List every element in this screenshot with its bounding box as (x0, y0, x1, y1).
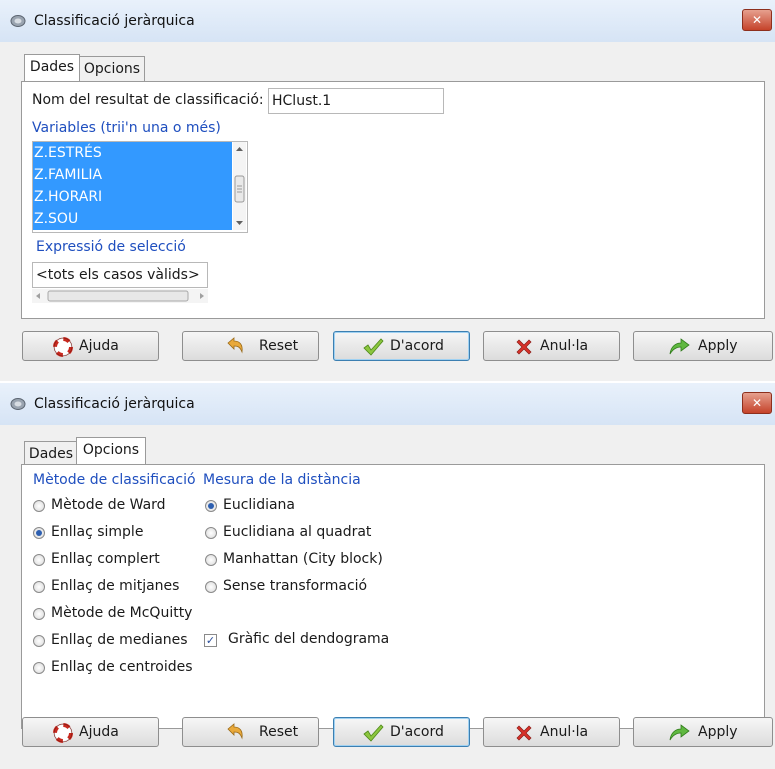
radio-label: Sense transformació (223, 578, 368, 594)
radio-label: Euclidiana (223, 497, 296, 513)
red-x-icon (516, 725, 532, 741)
lifebuoy-icon (53, 723, 73, 743)
ok-button[interactable]: D'acord (333, 717, 470, 747)
radio-label: Enllaç simple (51, 524, 144, 540)
radio-method-simple[interactable] (33, 527, 45, 539)
method-header: Mètode de classificació (33, 472, 196, 488)
undo-arrow-icon (227, 723, 243, 740)
radio-method-average[interactable] (33, 581, 45, 593)
selection-input[interactable]: <tots els casos vàlids> (32, 262, 208, 288)
window-icon (10, 398, 26, 410)
checkmark-icon (363, 338, 384, 356)
radio-label: Manhattan (City block) (223, 551, 383, 567)
dendrogram-label: Gràfic del dendograma (228, 631, 390, 647)
help-button[interactable]: Ajuda (22, 331, 159, 361)
green-arrow-icon (669, 338, 690, 355)
dialog-window-dades: Classificació jeràrquica ✕ Dades Opcions… (0, 0, 775, 381)
variables-listbox[interactable]: Z.ESTRÉS Z.FAMILIA Z.HORARI Z.SOU (32, 141, 248, 233)
close-button[interactable]: ✕ (742, 9, 772, 31)
radio-distance-sq-euclidean[interactable] (205, 527, 217, 539)
apply-button[interactable]: Apply (633, 717, 773, 747)
distance-header: Mesura de la distància (203, 472, 361, 488)
undo-arrow-icon (227, 337, 243, 354)
radio-method-ward[interactable] (33, 500, 45, 512)
result-name-input[interactable]: HClust.1 (268, 88, 444, 114)
window-title: Classificació jeràrquica (34, 13, 195, 29)
apply-button[interactable]: Apply (633, 331, 773, 361)
help-button[interactable]: Ajuda (22, 717, 159, 747)
radio-method-median[interactable] (33, 635, 45, 647)
reset-button[interactable]: Reset (182, 717, 319, 747)
lifebuoy-icon (53, 337, 73, 357)
radio-distance-none[interactable] (205, 581, 217, 593)
variables-label: Variables (trii'n una o més) (32, 120, 221, 136)
radio-label: Mètode de Ward (51, 497, 166, 513)
dialog-body: Dades Opcions Nom del resultat de classi… (0, 42, 775, 381)
tab-opcions[interactable]: Opcions (76, 437, 146, 464)
radio-distance-euclidean[interactable] (205, 500, 217, 512)
dialog-window-opcions: Classificació jeràrquica ✕ Dades Opcions… (0, 383, 775, 769)
radio-method-mcquitty[interactable] (33, 608, 45, 620)
list-item[interactable]: Z.FAMILIA (33, 164, 232, 186)
red-x-icon (516, 339, 532, 355)
window-icon (10, 15, 26, 27)
tab-panel-opcions: Mètode de classificació Mesura de la dis… (21, 464, 765, 729)
selection-hscrollbar[interactable] (32, 289, 208, 303)
selection-label: Expressió de selecció (36, 239, 186, 255)
close-button[interactable]: ✕ (742, 392, 772, 414)
result-name-label: Nom del resultat de classificació: (32, 92, 264, 108)
variables-scrollbar[interactable] (233, 142, 246, 230)
tab-opcions[interactable]: Opcions (79, 56, 145, 81)
title-bar[interactable]: Classificació jeràrquica ✕ (0, 0, 775, 43)
radio-label: Mètode de McQuitty (51, 605, 193, 621)
tab-dades[interactable]: Dades (24, 441, 78, 466)
dendrogram-checkbox[interactable]: ✓ (204, 634, 217, 647)
window-title: Classificació jeràrquica (34, 396, 195, 412)
reset-button[interactable]: Reset (182, 331, 319, 361)
title-bar[interactable]: Classificació jeràrquica ✕ (0, 383, 775, 426)
radio-label: Euclidiana al quadrat (223, 524, 372, 540)
radio-distance-manhattan[interactable] (205, 554, 217, 566)
dialog-body: Dades Opcions Mètode de classificació Me… (0, 425, 775, 769)
radio-label: Enllaç de centroides (51, 659, 193, 675)
list-item[interactable]: Z.ESTRÉS (33, 142, 232, 164)
green-arrow-icon (669, 724, 690, 741)
tab-panel-dades: Nom del resultat de classificació: HClus… (21, 81, 765, 319)
tab-dades[interactable]: Dades (24, 54, 80, 81)
cancel-button[interactable]: Anul·la (483, 717, 620, 747)
radio-method-centroid[interactable] (33, 662, 45, 674)
list-item[interactable]: Z.SOU (33, 208, 232, 230)
radio-method-complete[interactable] (33, 554, 45, 566)
radio-label: Enllaç de mitjanes (51, 578, 180, 594)
cancel-button[interactable]: Anul·la (483, 331, 620, 361)
radio-label: Enllaç de medianes (51, 632, 188, 648)
ok-button[interactable]: D'acord (333, 331, 470, 361)
checkmark-icon (363, 724, 384, 742)
radio-label: Enllaç complert (51, 551, 160, 567)
list-item[interactable]: Z.HORARI (33, 186, 232, 208)
